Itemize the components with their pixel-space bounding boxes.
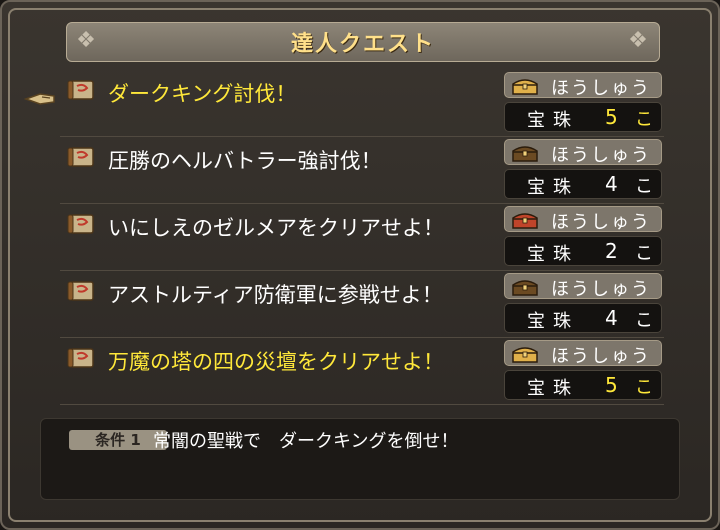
scroll-icon bbox=[67, 147, 94, 167]
reward-box: ほうしゅう宝珠 2 こ bbox=[504, 204, 662, 266]
reward-label: ほうしゅう bbox=[551, 212, 651, 233]
item-count: 2 bbox=[605, 239, 618, 263]
reward-label: ほうしゅう bbox=[551, 279, 651, 300]
reward-item: 宝珠 5 こ bbox=[504, 370, 662, 400]
scroll-icon bbox=[67, 214, 94, 234]
reward-box: ほうしゅう宝珠 4 こ bbox=[504, 137, 662, 199]
quest-title: ダークキング討伐！ bbox=[108, 82, 297, 106]
item-name: 宝珠 bbox=[527, 177, 579, 198]
item-count: 4 bbox=[605, 172, 618, 196]
item-name: 宝珠 bbox=[527, 110, 579, 131]
scroll-icon bbox=[67, 80, 94, 100]
reward-item: 宝珠 2 こ bbox=[504, 236, 662, 266]
treasure-chest-icon bbox=[512, 347, 538, 363]
quest-row[interactable]: アストルティア防衛軍に参戦せよ！ ほうしゅう宝珠 4 こ bbox=[60, 271, 664, 338]
quest-row[interactable]: いにしえのゼルメアをクリアせよ！ ほうしゅう宝珠 2 こ bbox=[60, 204, 664, 271]
treasure-chest-icon bbox=[512, 280, 538, 296]
treasure-chest-icon bbox=[512, 213, 538, 229]
reward-box: ほうしゅう宝珠 5 こ bbox=[504, 70, 662, 132]
reward-header: ほうしゅう bbox=[504, 139, 662, 166]
item-unit: こ bbox=[635, 377, 653, 398]
item-name: 宝珠 bbox=[527, 244, 579, 265]
treasure-chest-icon bbox=[512, 79, 538, 95]
reward-header: ほうしゅう bbox=[504, 206, 662, 233]
reward-item: 宝珠 4 こ bbox=[504, 303, 662, 333]
reward-header: ほうしゅう bbox=[504, 340, 662, 367]
reward-label: ほうしゅう bbox=[551, 346, 651, 367]
condition-text: 常闇の聖戦で ダークキングを倒せ！ bbox=[153, 431, 459, 452]
quest-title: 圧勝のヘルバトラー強討伐！ bbox=[108, 149, 382, 173]
quest-title: アストルティア防衛軍に参戦せよ！ bbox=[108, 283, 443, 307]
treasure-chest-icon bbox=[512, 146, 538, 162]
quest-row[interactable]: 万魔の塔の四の災壇をクリアせよ！ ほうしゅう宝珠 5 こ bbox=[60, 338, 664, 405]
quest-title: 万魔の塔の四の災壇をクリアせよ！ bbox=[108, 350, 444, 374]
hand-cursor-icon bbox=[24, 93, 55, 105]
window-title: 達人クエスト bbox=[290, 32, 435, 57]
item-unit: こ bbox=[635, 310, 653, 331]
title-bar: 達人クエスト bbox=[66, 22, 660, 62]
reward-box: ほうしゅう宝珠 5 こ bbox=[504, 338, 662, 400]
reward-box: ほうしゅう宝珠 4 こ bbox=[504, 271, 662, 333]
condition-panel: 条件 1 常闇の聖戦で ダークキングを倒せ！ bbox=[40, 418, 680, 500]
quest-window: 達人クエスト ❖ ❖ ダークキング討伐！ ほうしゅう 宝珠 5 こ圧勝のヘルバトラー強討… bbox=[0, 0, 720, 530]
reward-label: ほうしゅう bbox=[551, 145, 651, 166]
item-unit: こ bbox=[635, 109, 653, 130]
reward-label: ほうしゅう bbox=[551, 78, 651, 99]
item-count: 5 bbox=[605, 105, 618, 129]
item-unit: こ bbox=[635, 243, 653, 264]
item-name: 宝珠 bbox=[527, 378, 579, 399]
left-ornament-icon: ❖ bbox=[76, 28, 96, 53]
scroll-icon bbox=[67, 348, 94, 368]
item-count: 5 bbox=[605, 373, 618, 397]
item-unit: こ bbox=[635, 176, 653, 197]
quest-row[interactable]: ダークキング討伐！ ほうしゅう宝珠 5 こ bbox=[60, 70, 664, 137]
quest-title: いにしえのゼルメアをクリアせよ！ bbox=[108, 216, 444, 240]
reward-header: ほうしゅう bbox=[504, 72, 662, 99]
right-ornament-icon: ❖ bbox=[628, 28, 648, 53]
reward-header: ほうしゅう bbox=[504, 273, 662, 300]
quest-row[interactable]: 圧勝のヘルバトラー強討伐！ ほうしゅう宝珠 4 こ bbox=[60, 137, 664, 204]
scroll-icon bbox=[67, 281, 94, 301]
item-count: 4 bbox=[605, 306, 618, 330]
reward-item: 宝珠 4 こ bbox=[504, 169, 662, 199]
item-name: 宝珠 bbox=[527, 311, 579, 332]
reward-item: 宝珠 5 こ bbox=[504, 102, 662, 132]
